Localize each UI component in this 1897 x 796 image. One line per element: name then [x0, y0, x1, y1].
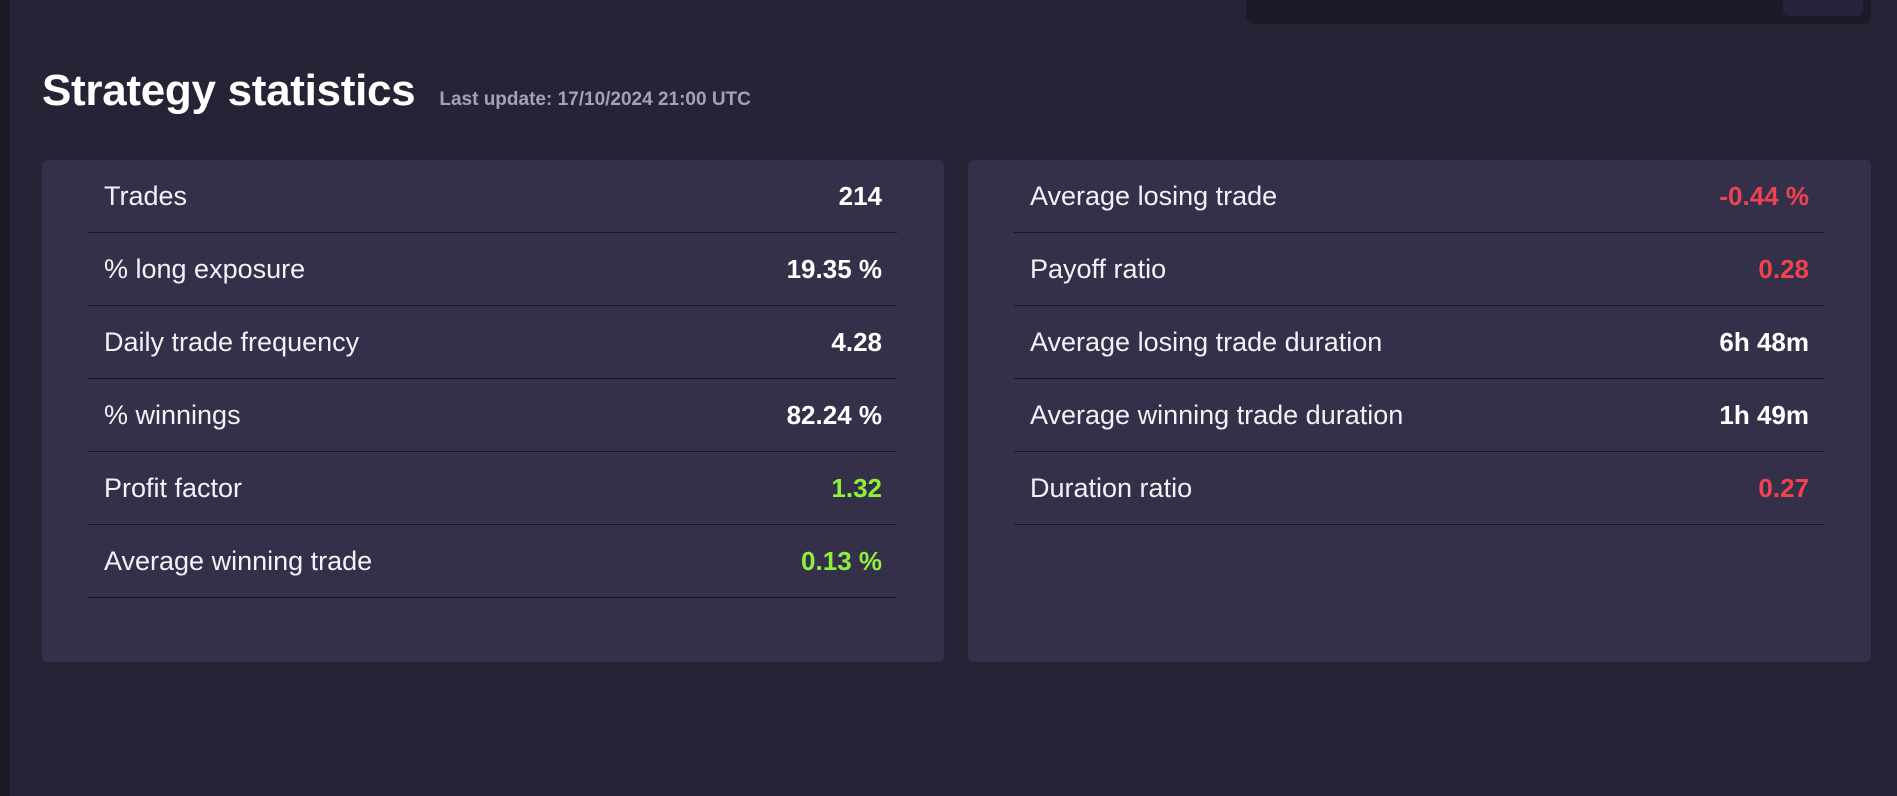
stat-label: Daily trade frequency: [104, 326, 360, 357]
page-title: Strategy statistics: [42, 66, 416, 115]
stat-row-duration-ratio: Duration ratio 0.27: [1014, 452, 1824, 525]
stat-value: 1.32: [831, 472, 882, 503]
stat-value: -0.44 %: [1719, 180, 1809, 211]
stat-label: Duration ratio: [1030, 472, 1193, 503]
stat-row-average-losing-trade: Average losing trade -0.44 %: [1014, 160, 1824, 233]
stat-label: Payoff ratio: [1030, 253, 1167, 284]
stat-value: 0.27: [1758, 472, 1809, 503]
stat-value: 0.28: [1758, 253, 1809, 284]
stat-row-average-winning-trade-duration: Average winning trade duration 1h 49m: [1014, 379, 1824, 452]
stat-value: 82.24 %: [786, 399, 882, 430]
stat-label: % long exposure: [104, 253, 306, 284]
stat-value: 6h 48m: [1719, 326, 1809, 357]
top-panel-button[interactable]: [1783, 0, 1863, 16]
stat-value: 19.35 %: [786, 253, 882, 284]
stat-row-long-exposure: % long exposure 19.35 %: [88, 233, 897, 306]
stat-value: 1h 49m: [1719, 399, 1809, 430]
section-header: Strategy statistics Last update: 17/10/2…: [42, 66, 751, 116]
stat-label: Profit factor: [104, 472, 243, 503]
stat-row-average-winning-trade: Average winning trade 0.13 %: [88, 525, 897, 598]
stat-label: Average winning trade duration: [1030, 399, 1404, 430]
stat-row-profit-factor: Profit factor 1.32: [88, 452, 897, 525]
stat-value: 4.28: [831, 326, 882, 357]
stats-card-left: Trades 214 % long exposure 19.35 % Daily…: [42, 160, 944, 662]
stat-label: Average losing trade duration: [1030, 326, 1383, 357]
stat-row-payoff-ratio: Payoff ratio 0.28: [1014, 233, 1824, 306]
stat-row-winnings: % winnings 82.24 %: [88, 379, 897, 452]
stat-label: Average winning trade: [104, 545, 373, 576]
stat-row-daily-trade-frequency: Daily trade frequency 4.28: [88, 306, 897, 379]
last-update-timestamp: Last update: 17/10/2024 21:00 UTC: [439, 89, 751, 110]
stats-card-right: Average losing trade -0.44 % Payoff rati…: [968, 160, 1871, 662]
stat-label: % winnings: [104, 399, 241, 430]
stat-label: Average losing trade: [1030, 180, 1278, 211]
stat-value: 214: [838, 180, 882, 211]
stat-label: Trades: [104, 180, 188, 211]
stat-row-average-losing-trade-duration: Average losing trade duration 6h 48m: [1014, 306, 1824, 379]
top-panel-fragment: [1246, 0, 1871, 24]
left-edge-bar: [0, 0, 10, 796]
stat-row-trades: Trades 214: [88, 160, 897, 233]
stat-value: 0.13 %: [801, 545, 882, 576]
